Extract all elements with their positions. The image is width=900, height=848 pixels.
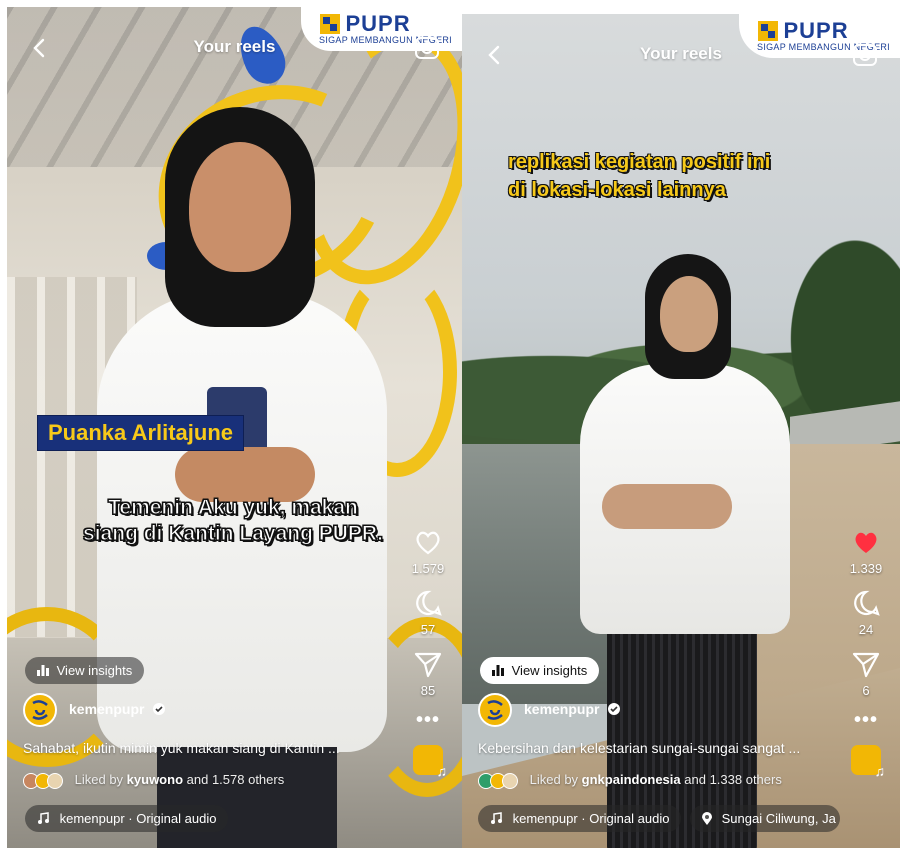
verified-badge-icon	[608, 703, 621, 715]
send-icon	[852, 652, 880, 678]
location-chip[interactable]: Sungai Ciliwung, Ja	[690, 805, 840, 832]
liked-by-row[interactable]: Liked by gnkpaindonesia and 1.338 others	[478, 772, 782, 789]
reel-description[interactable]: Kebersihan dan kelestarian sungai-sungai…	[478, 740, 800, 756]
audio-label: kemenpupr · Original audio	[59, 811, 217, 826]
camera-icon[interactable]	[414, 35, 440, 61]
share-button[interactable]: 6	[844, 649, 888, 698]
liked-by-suffix: and 1.578 others	[186, 772, 285, 787]
audio-chip[interactable]: kemenpupr · Original audio	[478, 805, 682, 832]
header: Your reels	[7, 33, 462, 65]
pupr-emblem-icon	[320, 14, 341, 34]
liked-by-user: kyuwono	[126, 772, 184, 787]
reel-description[interactable]: Sahabat, ikutin mimin yuk makan siang di…	[23, 740, 340, 756]
caption-line: di lokasi-lokasi lainnya	[508, 179, 726, 201]
like-button[interactable]: 1.579	[406, 527, 450, 576]
music-note-icon	[491, 812, 502, 824]
comment-button[interactable]: 57	[406, 588, 450, 637]
audio-thumbnail: ♫	[851, 745, 885, 779]
username[interactable]: kemenpupr	[524, 701, 621, 717]
liked-avatars	[23, 772, 67, 789]
music-note-icon	[38, 812, 49, 824]
liked-by-user: gnkpaindonesia	[581, 772, 681, 787]
bar-chart-icon	[492, 665, 504, 676]
caption-line: siang di Kantin Layang PUPR.	[83, 522, 384, 546]
liked-avatars	[478, 772, 522, 789]
share-count: 85	[420, 683, 436, 698]
avatar[interactable]	[23, 693, 57, 727]
reel-video-right[interactable]	[462, 14, 900, 848]
music-note-icon: ♫	[436, 763, 448, 779]
username-text: kemenpupr	[524, 701, 600, 717]
username[interactable]: kemenpupr	[69, 701, 166, 717]
share-button[interactable]: 85	[406, 649, 450, 698]
location-pin-icon	[702, 812, 712, 825]
comment-icon	[416, 590, 442, 616]
pupr-emblem-icon	[758, 21, 779, 41]
name-tag-overlay: Puanka Arlitajune	[37, 415, 245, 451]
location-label: Sungai Ciliwung, Ja	[721, 811, 836, 826]
comment-count: 57	[420, 622, 436, 637]
camera-icon[interactable]	[852, 42, 878, 68]
more-dots-icon: •••	[853, 709, 878, 731]
audio-thumbnail: ♫	[413, 745, 447, 779]
bar-chart-icon	[37, 665, 49, 676]
comment-count: 24	[858, 622, 874, 637]
caption-line: replikasi kegiatan positif ini	[508, 151, 771, 173]
liked-by-suffix: and 1.338 others	[684, 772, 782, 787]
like-count: 1.339	[849, 561, 883, 576]
send-icon	[414, 652, 442, 678]
heart-filled-icon	[855, 532, 877, 553]
header: Your reels	[462, 40, 900, 72]
action-column: 1.339 24 6 ••• ♫	[844, 527, 888, 787]
comment-icon	[854, 590, 880, 616]
person-face	[660, 276, 718, 352]
person-hands	[602, 484, 732, 529]
view-insights-button[interactable]: View insights	[25, 657, 145, 684]
more-options-button[interactable]: •••	[406, 710, 450, 731]
audio-thumbnail-button[interactable]: ♫	[844, 745, 888, 779]
liked-by-row[interactable]: Liked by kyuwono and 1.578 others	[23, 772, 284, 789]
more-options-button[interactable]: •••	[844, 710, 888, 731]
reel-panel-right: PUPR SIGAP MEMBANGUN NEGERI Your reels r…	[462, 14, 900, 848]
comment-button[interactable]: 24	[844, 588, 888, 637]
liked-by-prefix: Liked by	[529, 772, 579, 787]
music-note-icon: ♫	[874, 763, 886, 779]
audio-label: kemenpupr · Original audio	[512, 811, 670, 826]
insights-label: View insights	[511, 663, 588, 678]
liked-by-prefix: Liked by	[74, 772, 124, 787]
like-count: 1.579	[411, 561, 445, 576]
audio-chip[interactable]: kemenpupr · Original audio	[25, 805, 229, 832]
avatar[interactable]	[478, 693, 512, 727]
reel-panel-left: PUPR SIGAP MEMBANGUN NEGERI Your reels P…	[7, 7, 462, 848]
pupr-avatar-icon	[32, 700, 48, 720]
more-dots-icon: •••	[415, 709, 440, 731]
person-hands	[175, 447, 315, 502]
caption-line: Temenin Aku yuk, makan	[108, 496, 359, 520]
page-title: Your reels	[640, 44, 722, 63]
heart-icon	[416, 531, 440, 555]
insights-label: View insights	[56, 663, 133, 678]
username-text: kemenpupr	[69, 701, 145, 717]
page-title: Your reels	[193, 37, 276, 56]
share-count: 6	[862, 683, 870, 698]
pupr-avatar-icon	[487, 700, 503, 720]
like-button[interactable]: 1.339	[844, 527, 888, 576]
video-caption: replikasi kegiatan positif ini di lokasi…	[508, 148, 888, 204]
person-legs	[157, 747, 337, 848]
view-insights-button[interactable]: View insights	[480, 657, 600, 684]
verified-badge-icon	[153, 703, 166, 715]
video-caption: Temenin Aku yuk, makan siang di Kantin L…	[33, 495, 433, 547]
audio-thumbnail-button[interactable]: ♫	[406, 745, 450, 779]
person-face	[189, 142, 291, 272]
action-column: 1.579 57 85 ••• ♫	[406, 527, 450, 787]
